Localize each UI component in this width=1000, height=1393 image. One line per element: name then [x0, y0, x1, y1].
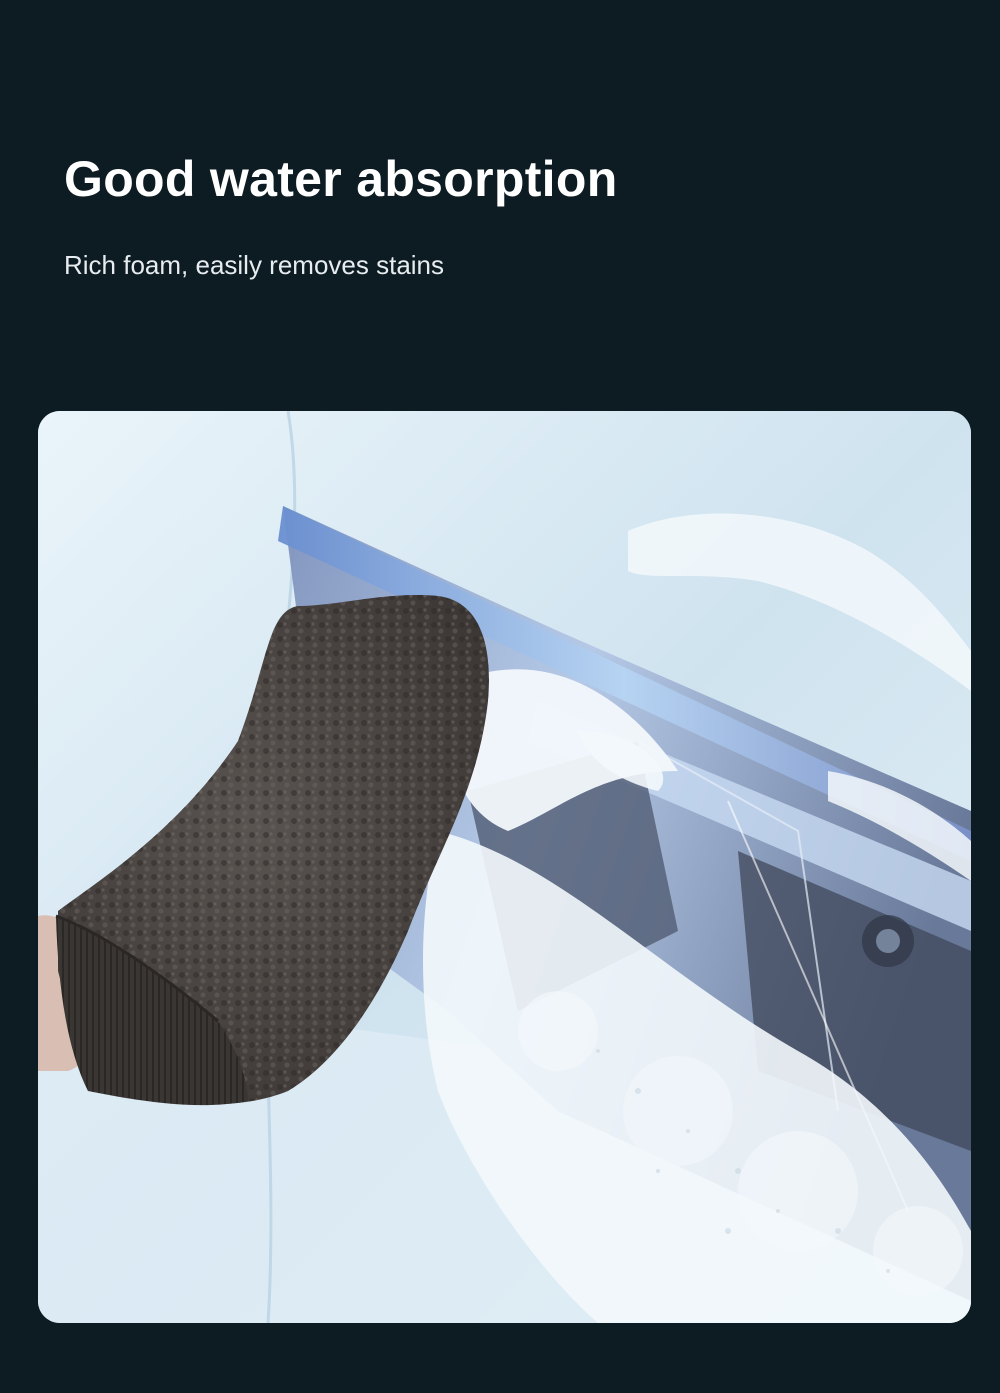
product-photo: [38, 411, 971, 1323]
subheadline: Rich foam, easily removes stains: [64, 250, 445, 280]
car-wash-illustration: [38, 411, 971, 1323]
headline: Good water absorption: [64, 151, 618, 207]
